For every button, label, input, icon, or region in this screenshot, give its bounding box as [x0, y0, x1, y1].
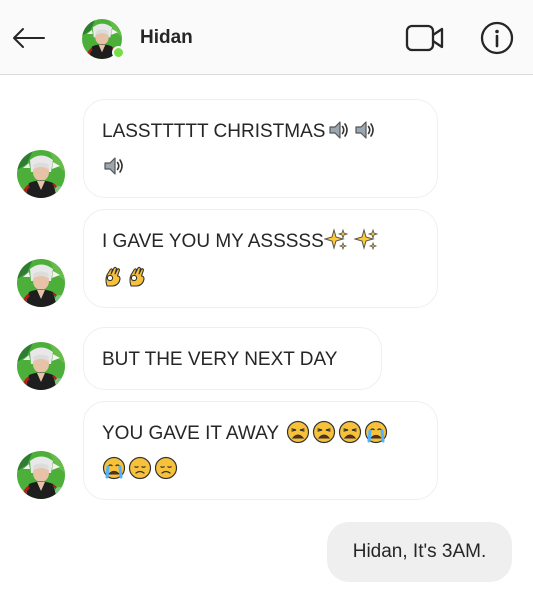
message-line: LASSTTTTT CHRISTMAS	[102, 114, 419, 150]
speaker-loud-icon	[102, 154, 126, 178]
back-button[interactable]	[8, 20, 48, 56]
message-line: I GAVE YOU MY ASSSSS	[102, 224, 419, 260]
disappointed-face-icon	[128, 456, 152, 480]
sender-avatar[interactable]	[17, 259, 65, 307]
ok-hand-icon	[102, 264, 126, 288]
contact-avatar[interactable]	[82, 19, 125, 59]
sent-message-bubble[interactable]: Hidan, It's 3AM.	[327, 522, 512, 582]
info-circle-icon	[480, 21, 514, 55]
sparkles-icon	[324, 228, 348, 252]
crying-face-icon	[102, 456, 126, 480]
online-status-indicator	[112, 46, 125, 59]
sender-avatar[interactable]	[17, 150, 65, 198]
sender-avatar[interactable]	[17, 451, 65, 499]
contact-name[interactable]: Hidan	[140, 27, 193, 49]
disappointed-face-icon	[154, 456, 178, 480]
speaker-loud-icon	[353, 118, 377, 142]
weary-face-icon	[286, 420, 310, 444]
video-call-button[interactable]	[404, 20, 446, 56]
ok-hand-icon	[126, 264, 150, 288]
message-line: YOU GAVE IT AWAY	[102, 416, 419, 452]
received-message-bubble[interactable]: I GAVE YOU MY ASSSSS	[83, 209, 438, 308]
crying-face-icon	[364, 420, 388, 444]
sparkles-icon	[354, 228, 378, 252]
weary-face-icon	[312, 420, 336, 444]
received-message-bubble[interactable]: YOU GAVE IT AWAY	[83, 401, 438, 500]
received-message-bubble[interactable]: LASSTTTTT CHRISTMAS	[83, 99, 438, 198]
message-text: BUT THE VERY NEXT DAY	[102, 349, 338, 370]
message-text: Hidan, It's 3AM.	[352, 541, 487, 562]
sender-avatar[interactable]	[17, 342, 65, 390]
arrow-left-icon	[13, 28, 45, 48]
weary-face-icon	[338, 420, 362, 444]
speaker-loud-icon	[327, 118, 351, 142]
message-line	[102, 260, 419, 296]
received-message-bubble[interactable]: BUT THE VERY NEXT DAY	[83, 327, 382, 390]
message-line: BUT THE VERY NEXT DAY	[102, 342, 363, 378]
message-line	[102, 452, 419, 488]
message-text: I GAVE YOU MY ASSSSS	[102, 231, 324, 252]
info-button[interactable]	[478, 19, 516, 57]
video-camera-icon	[405, 24, 444, 52]
chat-header: Hidan	[0, 0, 533, 75]
message-line	[102, 150, 419, 186]
message-text: LASSTTTTT CHRISTMAS	[102, 121, 326, 142]
message-text: YOU GAVE IT AWAY	[102, 423, 279, 444]
